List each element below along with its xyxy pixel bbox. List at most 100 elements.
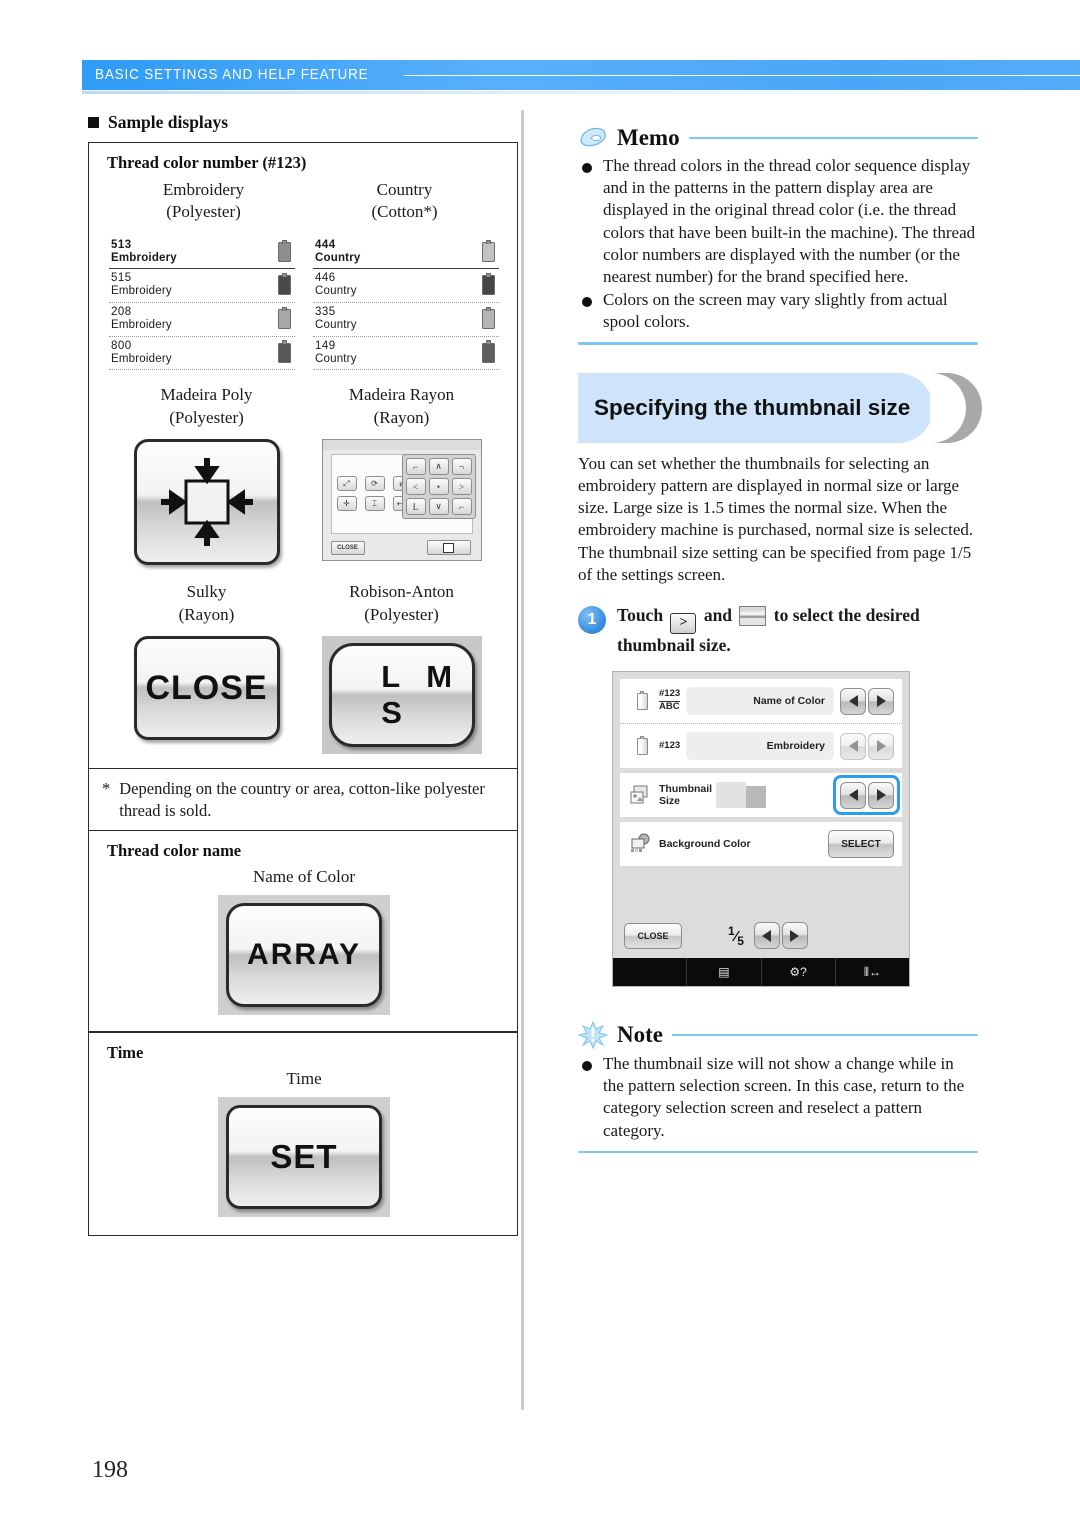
note-rule <box>671 1033 978 1037</box>
step-suffix: to select the desired thumbnail size. <box>617 605 920 655</box>
thread-name-icon-label: #123 ABC <box>659 688 681 712</box>
arrow-right-button[interactable] <box>868 781 894 809</box>
brand-material: (Rayon) <box>373 407 430 427</box>
memo-list: The thread colors in the thread color se… <box>578 155 978 333</box>
header-title: BASIC SETTINGS AND HELP FEATURE <box>95 67 369 83</box>
close-button[interactable]: CLOSE <box>624 922 682 949</box>
page-next-button[interactable] <box>781 922 808 950</box>
list-separator <box>109 267 295 270</box>
arrow-left-button[interactable] <box>840 687 866 715</box>
thumbnail-size-key-icon <box>739 606 767 626</box>
thumb-large-swatch <box>716 782 746 809</box>
footnote-row: * Depending on the country or area, cott… <box>89 769 517 830</box>
thread-number: 515 <box>111 272 132 285</box>
sample-madeira-rayon: Madeira Rayon (Rayon) ⤢ ⟳ ⇄ ✛ ⌶ <box>304 384 499 565</box>
thread-brand-arrows[interactable] <box>838 732 894 760</box>
brand-col-country: Country (Cotton*) <box>304 179 505 224</box>
thread-color-lists: 513 Embroidery 515 Embroidery 208 Embroi… <box>103 238 505 373</box>
thread-number: 800 <box>111 339 132 352</box>
thread-brand: Country <box>315 251 361 264</box>
settings-row-background-color[interactable]: Background Color SELECT <box>620 822 902 867</box>
sample-displays-box: Thread color number (#123) Embroidery (P… <box>88 142 518 1236</box>
section-heading-sample-displays: Sample displays <box>88 112 518 133</box>
resize-icon: ⤢ <box>336 476 357 492</box>
thread-list-item: 800 Embroidery <box>109 339 295 368</box>
thread-list-item: 335 Country <box>313 305 499 334</box>
thread-number-heading: Thread color number (#123) <box>107 153 307 172</box>
thread-list-embroidery: 513 Embroidery 515 Embroidery 208 Embroi… <box>109 238 295 373</box>
thumb-small-swatch <box>746 786 766 809</box>
list-separator <box>313 335 499 337</box>
left-column: Sample displays Thread color number (#12… <box>88 112 518 1236</box>
thread-number: 444 <box>315 238 336 251</box>
thread-list-item: 446 Country <box>313 271 499 300</box>
page-indicator-current: 1 <box>728 923 735 938</box>
arrow-right-button[interactable] <box>868 732 894 760</box>
footnote-marker: * <box>102 779 111 799</box>
center-dot-icon: • <box>428 478 449 496</box>
memo-bullet: The thread colors in the thread color se… <box>578 155 978 288</box>
arrow-up-right-icon: ¬ <box>451 458 472 476</box>
page-prev-button[interactable] <box>753 922 780 950</box>
taskbar-blank[interactable] <box>613 958 688 987</box>
time-caption: Time <box>286 1068 322 1088</box>
brand-material: (Rayon) <box>178 604 235 624</box>
settings-screen-image: #123 ABC Name of Color #123 Embroidery T… <box>612 671 910 988</box>
expand-icon: ✛ <box>336 496 357 512</box>
time-section: Time Time SET <box>89 1033 517 1235</box>
array-icon: ⌶ <box>364 496 385 512</box>
list-separator <box>313 369 499 371</box>
ok-square-icon <box>443 542 454 553</box>
thumbnail-size-icon <box>629 784 653 806</box>
note-list: The thumbnail size will not show a chang… <box>578 1053 978 1142</box>
arrow-left-button[interactable] <box>840 781 866 809</box>
thread-list-item: 513 Embroidery <box>109 238 295 267</box>
sample-robison-anton: Robison-Anton (Polyester) L M S <box>304 581 499 755</box>
presser-foot-help-icon[interactable]: ⚙? <box>762 958 836 987</box>
lms-label: L M S <box>381 659 462 731</box>
thread-number: 335 <box>315 305 336 318</box>
arrow-down-icon: ∨ <box>428 498 449 516</box>
arrow-right-button[interactable] <box>868 687 894 715</box>
section-title: Specifying the thumbnail size <box>594 394 911 420</box>
list-separator <box>313 301 499 303</box>
note-icon <box>577 1020 609 1050</box>
settings-row-thread-name[interactable]: #123 ABC Name of Color <box>620 679 902 725</box>
settings-row-thumbnail-size[interactable]: Thumbnail Size <box>620 773 902 818</box>
thread-brand: Embroidery <box>111 251 177 264</box>
sample-sulky: Sulky (Rayon) CLOSE <box>109 581 304 754</box>
brand-col-embroidery: Embroidery (Polyester) <box>103 179 304 224</box>
brand-material: (Cotton*) <box>371 202 438 222</box>
thread-name-arrows[interactable] <box>838 687 894 715</box>
page-arrows[interactable] <box>752 922 808 950</box>
settings-row-thread-brand[interactable]: #123 Embroidery <box>620 724 902 769</box>
thumbnail-size-arrows[interactable] <box>838 781 894 809</box>
thread-brand: Embroidery <box>111 352 172 365</box>
lms-button-image: L M S <box>321 636 482 755</box>
brand-name: Madeira Poly <box>160 385 253 405</box>
banner-moon-decoration <box>930 372 988 443</box>
stitch-width-icon[interactable]: ⦀↔ <box>836 958 909 986</box>
arrow-pad-screen-image: ⤢ ⟳ ⇄ ✛ ⌶ ⟷ ⌐ ∧ ¬ < <box>321 439 482 562</box>
arrow-left-button[interactable] <box>840 732 866 760</box>
step-prefix: Touch <box>617 605 664 625</box>
set-button-sample: SET <box>226 1104 382 1209</box>
thread-brand: Country <box>315 352 357 365</box>
spool-icon <box>278 239 291 262</box>
background-color-icon <box>629 833 653 855</box>
close-button-sample: CLOSE <box>133 636 280 741</box>
move-pattern-button <box>133 439 280 566</box>
note-title: Note <box>617 1022 663 1048</box>
list-icon[interactable]: ▤ <box>687 958 762 987</box>
close-button-image: CLOSE <box>133 636 280 741</box>
spool-icon <box>278 306 291 329</box>
brand-name: Embroidery <box>162 180 245 199</box>
array-button-sample: ARRAY <box>226 903 382 1008</box>
thread-name-value: Name of Color <box>686 687 834 716</box>
brand-name: Robison-Anton <box>349 582 454 602</box>
section-banner-wrap: Specifying the thumbnail size <box>578 372 982 443</box>
rotate-icon: ⟳ <box>364 476 385 492</box>
select-button[interactable]: SELECT <box>828 830 894 859</box>
set-button-image: SET <box>218 1096 390 1217</box>
spool-icon <box>482 340 495 363</box>
